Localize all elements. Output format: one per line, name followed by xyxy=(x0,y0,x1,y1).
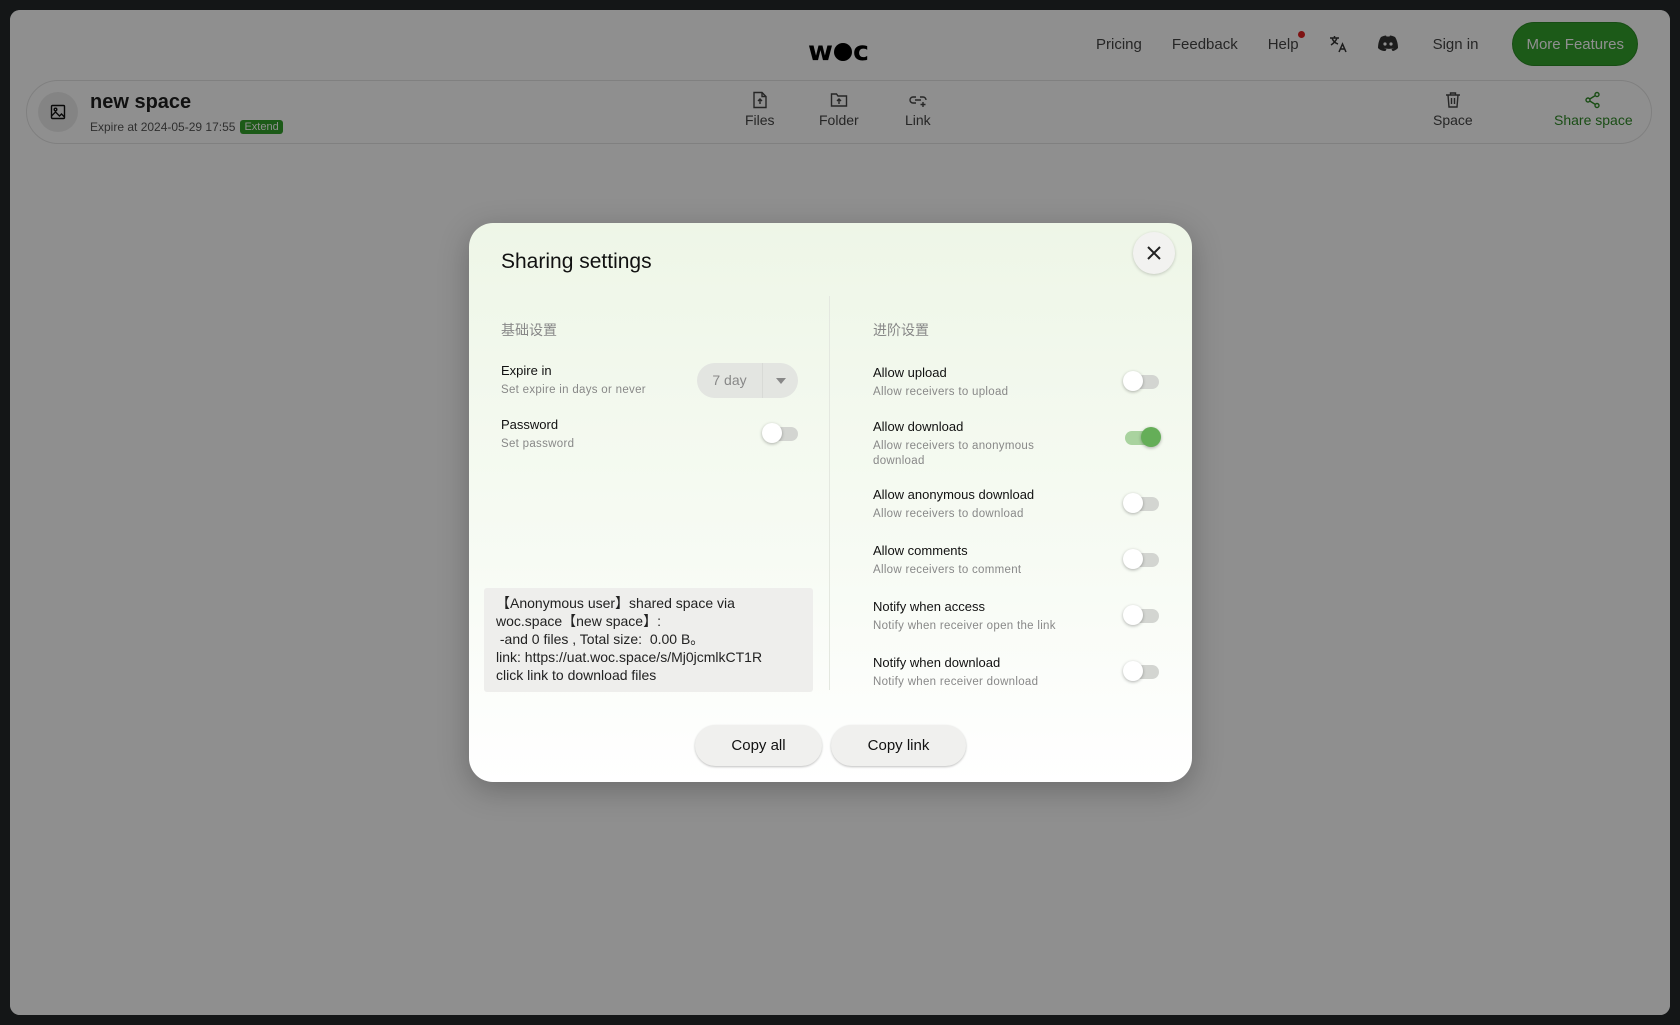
allow-comments-label: Allow comments xyxy=(873,543,968,558)
basic-settings-heading: 基础设置 xyxy=(501,322,557,338)
allow-comments-toggle[interactable] xyxy=(1123,549,1159,569)
copy-all-button[interactable]: Copy all xyxy=(695,725,822,766)
column-divider xyxy=(829,296,830,690)
close-button[interactable] xyxy=(1133,232,1175,274)
share-message-text[interactable]: 【Anonymous user】shared space via woc.spa… xyxy=(484,588,813,692)
notify-download-toggle[interactable] xyxy=(1123,661,1159,681)
allow-upload-desc: Allow receivers to upload xyxy=(873,386,1009,398)
toggle-knob xyxy=(1123,549,1143,569)
allow-download-toggle[interactable] xyxy=(1125,427,1161,447)
close-icon xyxy=(1147,246,1161,260)
dialog-title: Sharing settings xyxy=(501,250,652,273)
expire-in-label: Expire in xyxy=(501,363,552,378)
notify-download-label: Notify when download xyxy=(873,655,1001,670)
password-label: Password xyxy=(501,417,559,432)
allow-upload-label: Allow upload xyxy=(873,365,947,380)
allow-anonymous-download-toggle[interactable] xyxy=(1123,493,1159,513)
password-desc: Set password xyxy=(501,438,575,450)
notify-access-desc: Notify when receiver open the link xyxy=(873,620,1056,632)
advanced-settings-heading: 进阶设置 xyxy=(873,322,929,338)
allow-anonymous-download-label: Allow anonymous download xyxy=(873,487,1035,502)
toggle-knob xyxy=(1123,493,1143,513)
notify-access-label: Notify when access xyxy=(873,599,985,614)
chevron-down-icon[interactable] xyxy=(763,377,798,384)
expire-select[interactable]: 7 day xyxy=(697,363,798,398)
toggle-knob xyxy=(1123,661,1143,681)
toggle-knob xyxy=(1123,605,1143,625)
toggle-knob xyxy=(1123,371,1143,391)
allow-anonymous-download-desc: Allow receivers to download xyxy=(873,508,1024,520)
toggle-knob xyxy=(1141,427,1161,447)
notify-access-toggle[interactable] xyxy=(1123,605,1159,625)
notify-download-desc: Notify when receiver download xyxy=(873,676,1039,688)
password-toggle[interactable] xyxy=(762,423,798,443)
allow-comments-desc: Allow receivers to comment xyxy=(873,564,1022,576)
allow-download-label: Allow download xyxy=(873,419,964,434)
allow-download-desc: Allow receivers to anonymous download xyxy=(873,440,1035,467)
expire-in-desc: Set expire in days or never xyxy=(501,384,646,396)
copy-link-button[interactable]: Copy link xyxy=(831,725,966,766)
sharing-settings-dialog: Sharing settings 基础设置 Expire in Set expi… xyxy=(469,223,1192,782)
allow-upload-toggle[interactable] xyxy=(1123,371,1159,391)
expire-select-value: 7 day xyxy=(697,363,763,398)
toggle-knob xyxy=(762,423,782,443)
